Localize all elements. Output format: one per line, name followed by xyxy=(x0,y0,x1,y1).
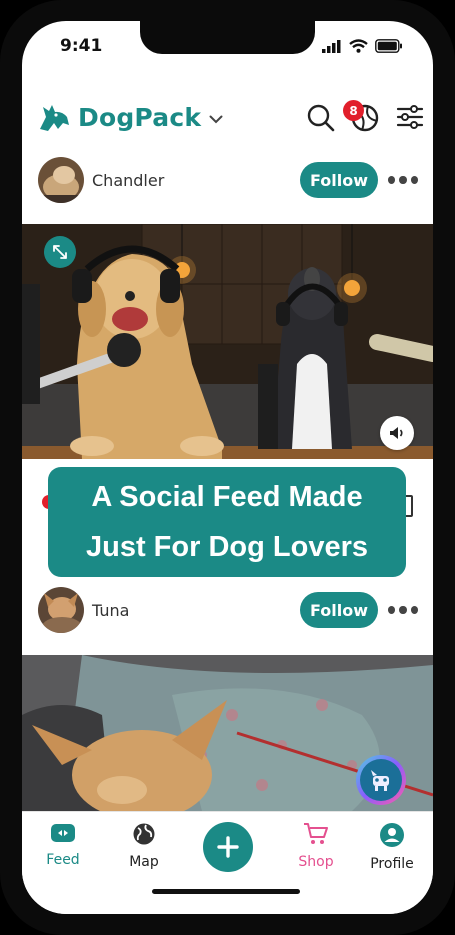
dog-logo-icon xyxy=(40,105,69,131)
post-media[interactable] xyxy=(22,224,433,459)
app-header: DogPack xyxy=(22,91,433,145)
post-header: Chandler Follow xyxy=(22,150,433,210)
tab-map[interactable]: Map xyxy=(109,822,179,870)
signal-icon xyxy=(322,39,341,53)
avatar[interactable] xyxy=(38,587,84,633)
notification-badge: 8 xyxy=(343,100,364,121)
follow-button[interactable]: Follow xyxy=(300,162,378,198)
app-logo[interactable]: DogPack xyxy=(36,99,223,135)
post-media[interactable] xyxy=(22,655,433,811)
phone-frame: 9:41 DogPack 8 Chandler Follow A Social … xyxy=(0,0,455,935)
dogs-podcast-image xyxy=(22,224,433,459)
tab-profile[interactable]: Profile xyxy=(357,822,427,872)
wifi-icon xyxy=(349,39,368,53)
tab-shop[interactable]: Shop xyxy=(281,822,351,870)
search-icon[interactable] xyxy=(306,103,336,133)
notch xyxy=(140,21,315,54)
status-icons xyxy=(322,39,403,53)
more-options-icon[interactable] xyxy=(388,176,418,186)
mute-button[interactable] xyxy=(380,416,414,450)
volume-icon xyxy=(390,427,403,439)
app-name: DogPack xyxy=(78,102,202,132)
tab-shop-label: Shop xyxy=(298,854,334,870)
expand-button[interactable] xyxy=(44,236,76,268)
filter-sliders-icon[interactable] xyxy=(396,103,424,131)
banner-line-1: A Social Feed Made xyxy=(91,481,363,513)
profile-icon xyxy=(380,823,404,847)
feed-icon xyxy=(51,824,75,842)
tab-feed[interactable]: Feed xyxy=(28,822,98,868)
post-username[interactable]: Chandler xyxy=(92,171,164,190)
community-badge[interactable] xyxy=(356,755,406,805)
chevron-down-icon[interactable] xyxy=(209,115,223,124)
globe-icon xyxy=(133,823,155,845)
bottom-tab-bar: Feed Map Shop Profile xyxy=(22,811,433,914)
create-post-button[interactable] xyxy=(203,822,253,872)
tab-map-label: Map xyxy=(129,854,159,870)
expand-icon xyxy=(53,245,67,259)
tab-feed-label: Feed xyxy=(46,852,80,868)
avatar[interactable] xyxy=(38,157,84,203)
promo-banner: A Social Feed Made Just For Dog Lovers xyxy=(48,467,406,577)
follow-button[interactable]: Follow xyxy=(300,592,378,628)
cart-icon xyxy=(304,823,328,844)
robot-dog-icon xyxy=(371,770,389,791)
post-header: Tuna Follow xyxy=(22,580,433,640)
post-username[interactable]: Tuna xyxy=(92,601,129,620)
more-options-icon[interactable] xyxy=(388,606,418,616)
status-time: 9:41 xyxy=(60,36,103,56)
battery-icon xyxy=(375,39,402,53)
plus-icon xyxy=(217,836,239,858)
app-screen: 9:41 DogPack 8 Chandler Follow A Social … xyxy=(22,21,433,914)
home-indicator xyxy=(152,889,300,894)
tab-profile-label: Profile xyxy=(370,856,414,872)
banner-line-2: Just For Dog Lovers xyxy=(86,531,368,563)
